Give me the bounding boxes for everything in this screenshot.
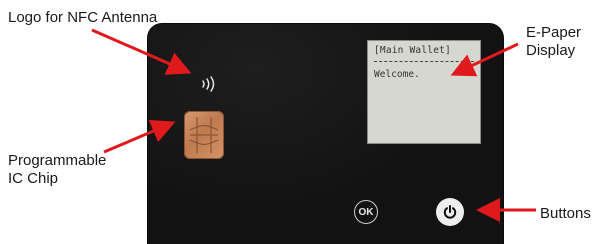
- label-buttons: Buttons: [540, 205, 591, 222]
- label-epaper-display: E-Paper Display: [526, 24, 582, 59]
- ic-chip: [184, 111, 224, 159]
- label-nfc-antenna: Logo for NFC Antenna: [8, 9, 158, 26]
- power-button[interactable]: [436, 198, 464, 226]
- epaper-header: [Main Wallet]: [374, 45, 451, 56]
- nfc-antenna-icon: [202, 76, 215, 92]
- hardware-wallet-card: [Main Wallet] Welcome. OK: [148, 24, 503, 244]
- epaper-message: Welcome.: [374, 69, 420, 80]
- ok-button-label: OK: [358, 206, 374, 218]
- power-icon: [443, 205, 457, 219]
- chip-contacts-icon: [189, 117, 219, 153]
- ok-button[interactable]: OK: [354, 200, 378, 224]
- epaper-display: [Main Wallet] Welcome.: [367, 40, 481, 144]
- product-photo: Logo for NFC Antenna E-Paper Display Pro…: [0, 0, 597, 244]
- epaper-divider: [374, 61, 474, 62]
- label-ic-chip: Programmable IC Chip: [8, 152, 107, 187]
